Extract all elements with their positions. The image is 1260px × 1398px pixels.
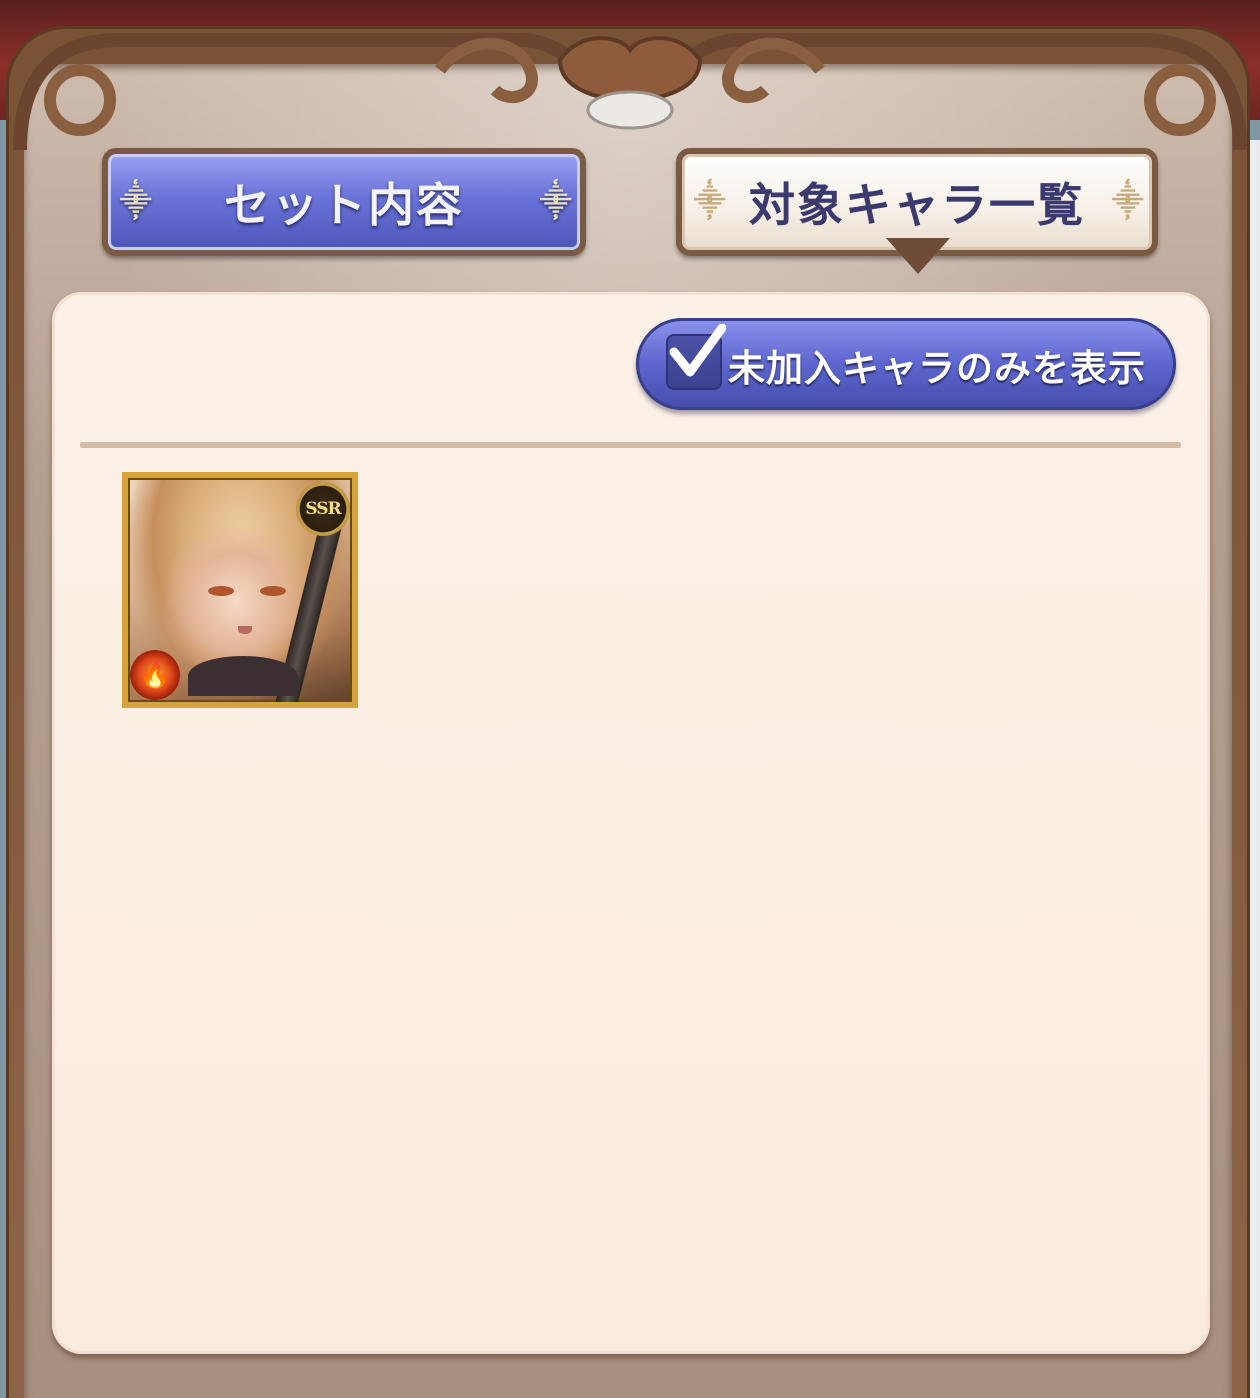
- checkmark-icon: [669, 324, 726, 377]
- character-card[interactable]: SSR 🔥: [122, 472, 358, 708]
- tab-ornament-icon: ⸎: [694, 184, 728, 219]
- character-eye: [260, 586, 286, 596]
- character-mouth: [238, 626, 252, 634]
- unjoined-only-filter-toggle[interactable]: 未加入キャラのみを表示: [636, 318, 1176, 410]
- filter-label: 未加入キャラのみを表示: [728, 347, 1146, 390]
- character-eye: [208, 586, 234, 596]
- fire-element-icon: 🔥: [130, 650, 180, 700]
- tab-ornament-icon: ⸎: [540, 184, 574, 219]
- content-panel: [52, 292, 1210, 1354]
- tab-set-contents-label: セット内容: [224, 178, 464, 232]
- tab-ornament-icon: ⸎: [120, 184, 154, 219]
- rarity-badge: SSR: [296, 482, 350, 536]
- tab-set-contents[interactable]: ⸎ セット内容 ⸎: [102, 148, 586, 256]
- panel-divider: [80, 442, 1181, 448]
- active-tab-pointer-icon: [886, 238, 950, 274]
- tab-target-characters-label: 対象キャラ一覧: [749, 178, 1085, 232]
- tab-ornament-icon: ⸎: [1112, 184, 1146, 219]
- character-collar: [188, 656, 298, 696]
